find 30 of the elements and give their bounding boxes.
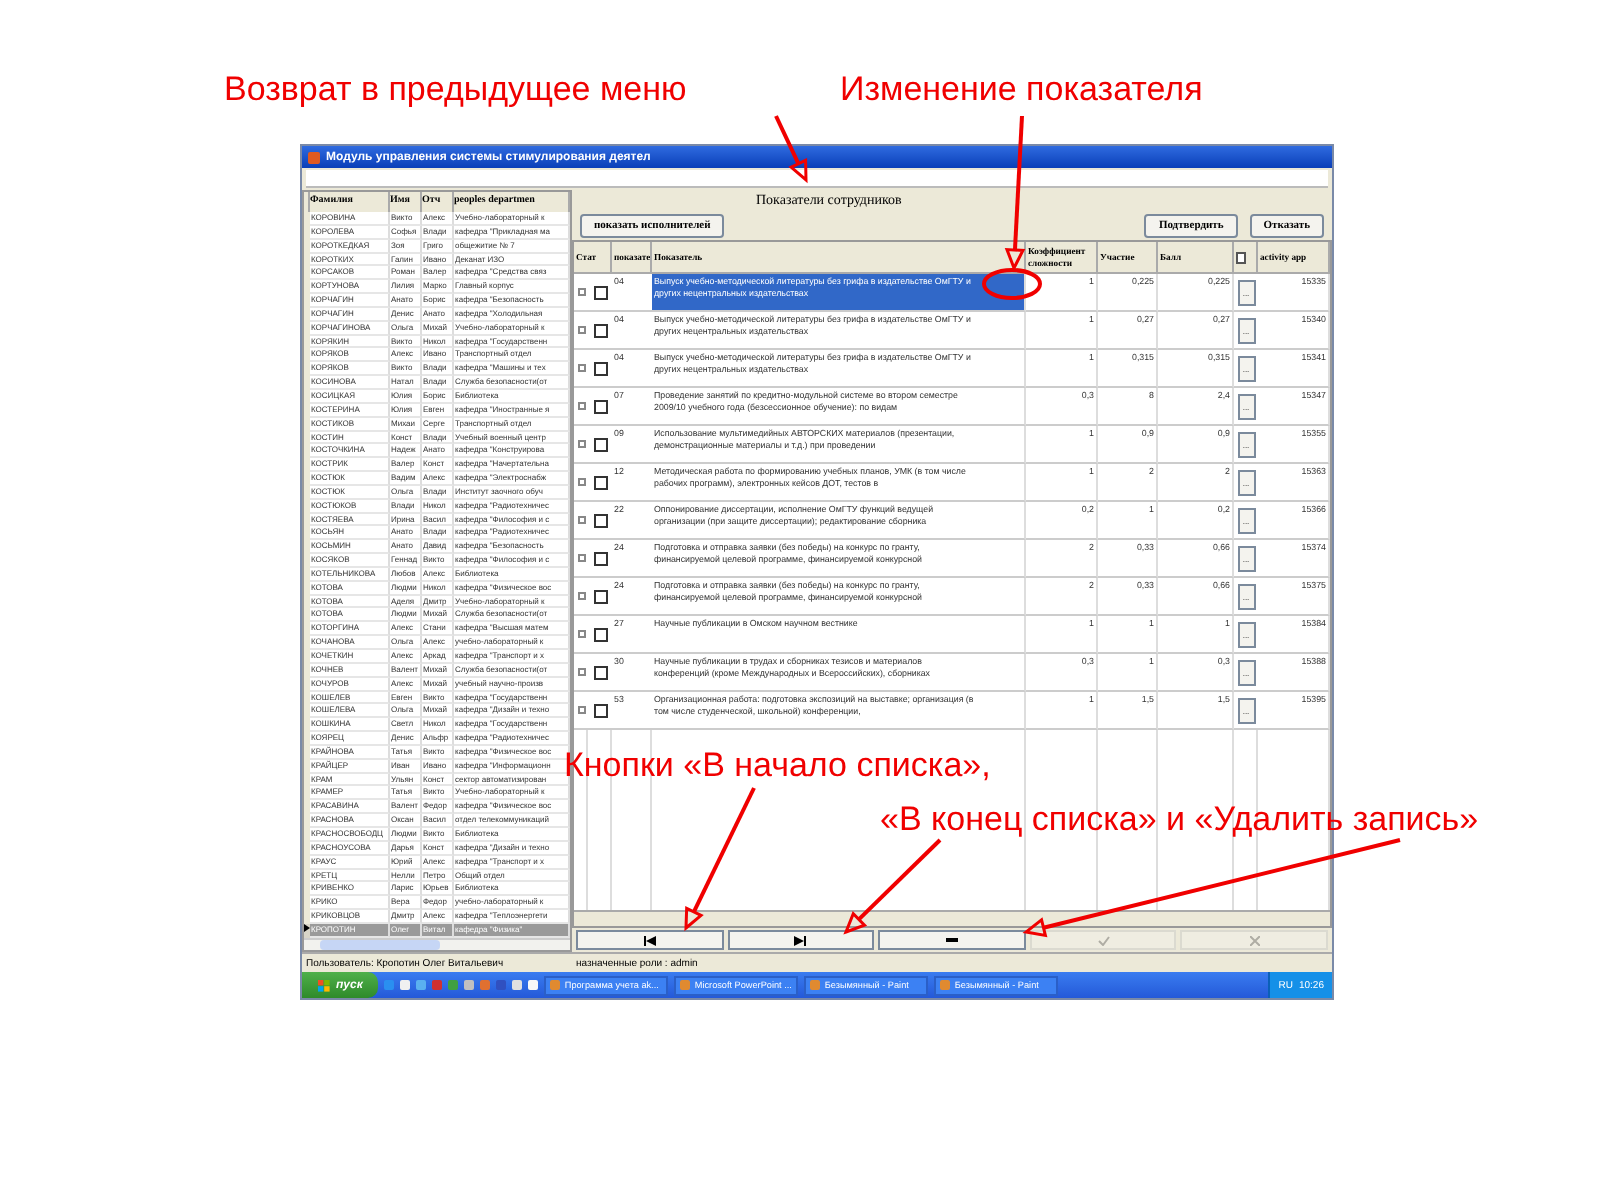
highlight-ellipse xyxy=(982,268,1042,300)
first-record-icon xyxy=(643,935,656,945)
checkbox[interactable] xyxy=(593,285,607,299)
arrow xyxy=(843,838,942,935)
annotation-text: Кнопки «В начало списка», xyxy=(564,746,991,786)
windows-logo-icon xyxy=(318,979,330,991)
app-icon xyxy=(308,151,320,163)
navigation-button[interactable] xyxy=(576,930,724,950)
checkbox[interactable] xyxy=(593,475,607,489)
checkbox[interactable] xyxy=(593,665,607,679)
minus-icon xyxy=(945,938,958,942)
column-header[interactable] xyxy=(1234,242,1258,274)
checkbox[interactable] xyxy=(593,437,607,451)
arrow xyxy=(774,115,808,184)
cross-icon xyxy=(1249,935,1260,945)
checkbox[interactable] xyxy=(593,703,607,717)
checkbox[interactable] xyxy=(593,589,607,603)
last-record-icon xyxy=(794,935,807,945)
annotation-text: Возврат в предыдущее меню xyxy=(224,70,687,110)
checkbox[interactable] xyxy=(593,323,607,337)
checkbox[interactable] xyxy=(593,627,607,641)
annotation-text: Изменение показателя xyxy=(840,70,1203,110)
checkbox[interactable] xyxy=(593,551,607,565)
checkbox[interactable] xyxy=(593,399,607,413)
navigation-button[interactable] xyxy=(727,930,875,950)
checkbox[interactable] xyxy=(593,513,607,527)
checkbox[interactable] xyxy=(593,361,607,375)
document-icon xyxy=(1236,251,1246,263)
check-icon xyxy=(1097,935,1110,945)
annotation-text: «В конец списка» и «Удалить запись» xyxy=(880,800,1479,840)
